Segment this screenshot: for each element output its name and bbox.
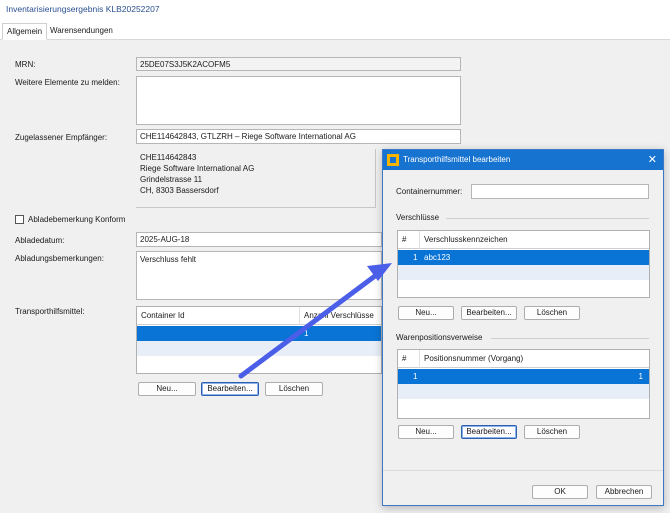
arrow-annotation-icon	[238, 263, 392, 379]
